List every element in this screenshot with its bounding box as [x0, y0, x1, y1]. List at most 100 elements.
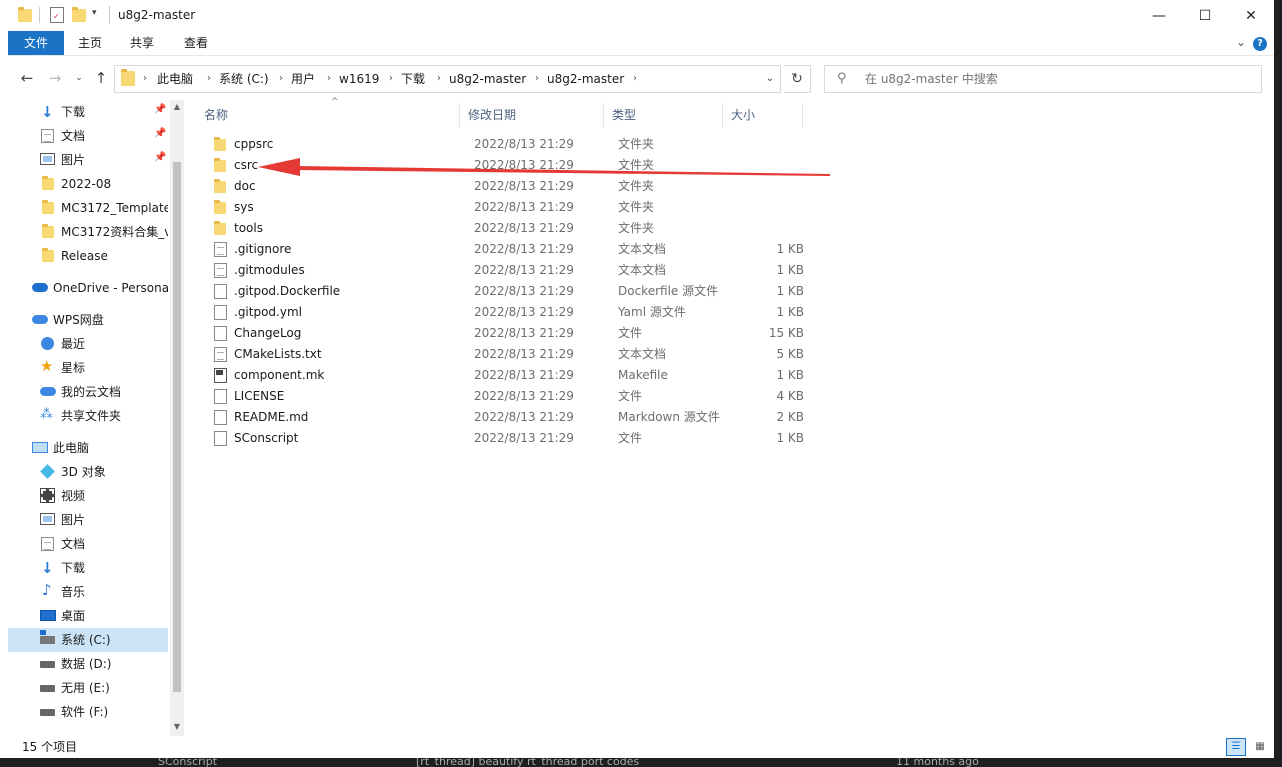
- customize-toolbar-icon[interactable]: ▾: [92, 8, 97, 18]
- nav-item-downloads[interactable]: ↓ 下载 📌: [8, 100, 168, 124]
- nav-item-label: MC3172资料合集_v: [61, 225, 168, 239]
- back-arrow-icon[interactable]: ←: [18, 68, 36, 88]
- maximize-button[interactable]: ☐: [1182, 0, 1228, 31]
- file-name: doc: [234, 179, 256, 193]
- nav-item-system-c[interactable]: 系统 (C:): [8, 628, 168, 652]
- column-header-name[interactable]: 名称: [196, 103, 460, 128]
- file-row[interactable]: .gitignore 2022/8/13 21:29 文本文档 1 KB: [206, 239, 806, 260]
- nav-item-downloads-pc[interactable]: ↓ 下载: [8, 556, 168, 580]
- new-folder-icon[interactable]: [72, 7, 86, 22]
- file-row[interactable]: doc 2022/8/13 21:29 文件夹: [206, 176, 806, 197]
- minimize-button[interactable]: —: [1136, 0, 1182, 31]
- nav-item-my-cloud-docs[interactable]: 我的云文档: [8, 380, 168, 404]
- chevron-right-icon[interactable]: ›: [389, 66, 393, 92]
- file-row[interactable]: tools 2022/8/13 21:29 文件夹: [206, 218, 806, 239]
- file-row[interactable]: README.md 2022/8/13 21:29 Markdown 源文件 2 KB: [206, 407, 806, 428]
- file-row[interactable]: component.mk 2022/8/13 21:29 Makefile 1 KB: [206, 365, 806, 386]
- recent-locations-icon[interactable]: ⌄: [70, 68, 88, 88]
- chevron-right-icon[interactable]: ›: [207, 66, 211, 92]
- pin-icon[interactable]: 📌: [154, 128, 166, 139]
- file-name: .gitignore: [234, 242, 292, 256]
- tab-share[interactable]: 共享: [118, 31, 166, 55]
- nav-item-3d-objects[interactable]: 3D 对象: [8, 460, 168, 484]
- up-arrow-icon[interactable]: ↑: [92, 68, 110, 88]
- file-row[interactable]: ChangeLog 2022/8/13 21:29 文件 15 KB: [206, 323, 806, 344]
- chevron-right-icon[interactable]: ›: [437, 66, 441, 92]
- file-row[interactable]: csrc 2022/8/13 21:29 文件夹: [206, 155, 806, 176]
- nav-item-mc3172-template[interactable]: MC3172_Template: [8, 196, 168, 220]
- properties-icon[interactable]: ✓: [50, 7, 64, 23]
- chevron-right-icon[interactable]: ›: [535, 66, 539, 92]
- file-date: 2022/8/13 21:29: [474, 200, 574, 214]
- large-icons-view-icon[interactable]: ▦: [1250, 738, 1270, 756]
- refresh-icon[interactable]: ↻: [784, 65, 811, 93]
- column-header-type[interactable]: 类型: [604, 103, 723, 128]
- nav-item-mc3172-docs[interactable]: MC3172资料合集_v: [8, 220, 168, 244]
- address-bar[interactable]: › 此电脑 › 系统 (C:) › 用户 › w1619 › 下载 › u8g2…: [114, 65, 781, 93]
- breadcrumb-u8g2-master-inner[interactable]: u8g2-master: [547, 66, 624, 92]
- chevron-right-icon[interactable]: ›: [143, 66, 147, 92]
- nav-item-starred[interactable]: ★ 星标: [8, 356, 168, 380]
- details-view-icon[interactable]: ☰: [1226, 738, 1246, 756]
- video-icon: [40, 488, 55, 503]
- file-row[interactable]: sys 2022/8/13 21:29 文件夹: [206, 197, 806, 218]
- file-name: CMakeLists.txt: [234, 347, 322, 361]
- breadcrumb-u8g2-master[interactable]: u8g2-master: [449, 66, 526, 92]
- nav-item-release[interactable]: Release: [8, 244, 168, 268]
- file-row[interactable]: .gitpod.yml 2022/8/13 21:29 Yaml 源文件 1 KB: [206, 302, 806, 323]
- tab-view[interactable]: 查看: [172, 31, 220, 55]
- nav-item-videos[interactable]: 视频: [8, 484, 168, 508]
- file-row[interactable]: LICENSE 2022/8/13 21:29 文件 4 KB: [206, 386, 806, 407]
- pin-icon[interactable]: 📌: [154, 152, 166, 163]
- nav-item-this-pc[interactable]: 此电脑: [8, 436, 168, 460]
- breadcrumb-downloads[interactable]: 下载: [401, 66, 425, 92]
- scroll-up-icon[interactable]: ▲: [170, 100, 184, 114]
- forward-arrow-icon[interactable]: →: [46, 68, 64, 88]
- nav-item-music[interactable]: ♪ 音乐: [8, 580, 168, 604]
- chevron-down-icon[interactable]: ⌄: [760, 66, 780, 92]
- nav-item-2022-08[interactable]: 2022-08: [8, 172, 168, 196]
- chevron-right-icon[interactable]: ›: [633, 66, 637, 92]
- search-input[interactable]: [865, 66, 1245, 92]
- pin-icon[interactable]: 📌: [154, 104, 166, 115]
- tab-home[interactable]: 主页: [66, 31, 114, 55]
- download-icon: ↓: [41, 103, 54, 121]
- chevron-right-icon[interactable]: ›: [327, 66, 331, 92]
- help-icon[interactable]: ?: [1253, 37, 1267, 51]
- file-row[interactable]: cppsrc 2022/8/13 21:29 文件夹: [206, 134, 806, 155]
- tab-file[interactable]: 文件: [8, 31, 64, 55]
- nav-item-pictures-pc[interactable]: 图片: [8, 508, 168, 532]
- nav-item-desktop[interactable]: 桌面: [8, 604, 168, 628]
- search-box[interactable]: ⚲: [824, 65, 1262, 93]
- nav-item-documents-pc[interactable]: 文档: [8, 532, 168, 556]
- file-size: [736, 197, 804, 218]
- nav-scrollbar[interactable]: ▲ ▼: [170, 100, 184, 736]
- file-row[interactable]: .gitpod.Dockerfile 2022/8/13 21:29 Dockerf…: [206, 281, 806, 302]
- chevron-right-icon[interactable]: ›: [279, 66, 283, 92]
- nav-item-software-f[interactable]: 软件 (F:): [8, 700, 168, 724]
- nav-item-shared-folder[interactable]: ⁂ 共享文件夹: [8, 404, 168, 428]
- scroll-down-icon[interactable]: ▼: [170, 720, 184, 734]
- nav-item-pictures[interactable]: 图片 📌: [8, 148, 168, 172]
- file-row[interactable]: .gitmodules 2022/8/13 21:29 文本文档 1 KB: [206, 260, 806, 281]
- breadcrumb-this-pc[interactable]: 此电脑: [157, 66, 193, 92]
- scrollbar-thumb[interactable]: [173, 162, 181, 692]
- nav-item-documents[interactable]: 文档 📌: [8, 124, 168, 148]
- nav-item-recent[interactable]: 最近: [8, 332, 168, 356]
- nav-item-wps[interactable]: WPS网盘: [8, 308, 168, 332]
- folder-icon: [18, 7, 32, 22]
- file-row[interactable]: CMakeLists.txt 2022/8/13 21:29 文本文档 5 KB: [206, 344, 806, 365]
- breadcrumb-w1619[interactable]: w1619: [339, 66, 379, 92]
- nav-item-useless-e[interactable]: 无用 (E:): [8, 676, 168, 700]
- breadcrumb-system-c[interactable]: 系统 (C:): [219, 66, 269, 92]
- column-header-size[interactable]: 大小: [723, 103, 803, 128]
- chevron-down-icon[interactable]: ⌄: [1236, 35, 1246, 49]
- file-row[interactable]: SConscript 2022/8/13 21:29 文件 1 KB: [206, 428, 806, 449]
- file-type: 文件夹: [618, 179, 655, 193]
- breadcrumb-users[interactable]: 用户: [291, 66, 315, 92]
- nav-item-data-d[interactable]: 数据 (D:): [8, 652, 168, 676]
- close-button[interactable]: ✕: [1228, 0, 1274, 31]
- nav-item-label: 2022-08: [61, 177, 112, 191]
- nav-item-onedrive[interactable]: OneDrive - Persona: [8, 276, 168, 300]
- column-header-date[interactable]: 修改日期: [460, 103, 604, 128]
